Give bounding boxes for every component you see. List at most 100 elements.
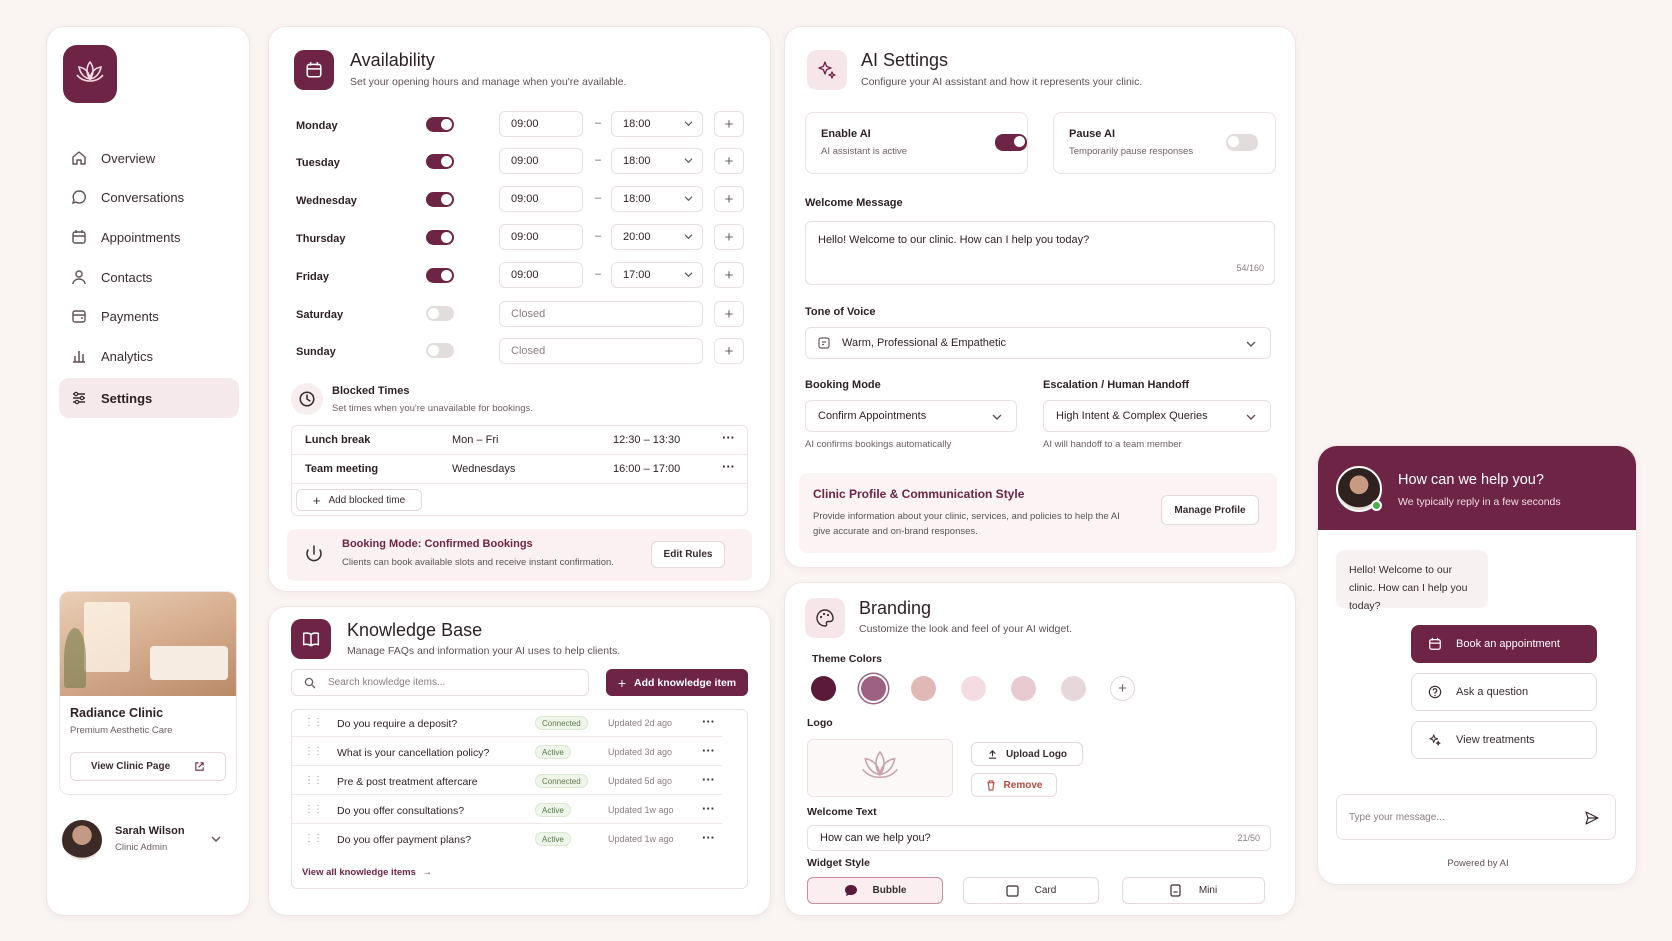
powered-by: Powered by AI	[1447, 858, 1509, 869]
end-time-select[interactable]: 18:00	[611, 148, 703, 174]
knowledge-search-input[interactable]: Search knowledge items...	[291, 669, 589, 696]
day-toggle[interactable]	[426, 154, 454, 169]
ask-question-button[interactable]: Ask a question	[1411, 673, 1597, 711]
add-hours-button[interactable]: +	[714, 301, 744, 327]
view-clinic-button[interactable]: View Clinic Page	[70, 752, 226, 781]
day-toggle[interactable]	[426, 117, 454, 132]
nav-conversations[interactable]: Conversations	[59, 177, 239, 217]
add-hours-button[interactable]: +	[714, 224, 744, 250]
welcome-message-textarea[interactable]: Hello! Welcome to our clinic. How can I …	[805, 221, 1275, 285]
view-all-link[interactable]: View all knowledge items →	[302, 867, 432, 878]
more-icon[interactable]: ···	[722, 430, 735, 445]
home-icon	[72, 151, 86, 165]
more-icon[interactable]: ···	[702, 743, 715, 758]
add-hours-button[interactable]: +	[714, 186, 744, 212]
style-mini-option[interactable]: Mini	[1122, 877, 1265, 904]
color-swatch-selected[interactable]	[861, 676, 886, 701]
list-item[interactable]: ⋮⋮ What is your cancellation policy? Act…	[292, 739, 722, 766]
day-toggle[interactable]	[426, 192, 454, 207]
nav-overview[interactable]: Overview	[59, 138, 239, 178]
start-time-input[interactable]: 09:00	[499, 224, 583, 250]
message-input[interactable]: Type your message...	[1336, 794, 1616, 840]
start-time-input[interactable]: 09:00	[499, 186, 583, 212]
start-time-input[interactable]: 09:00	[499, 262, 583, 288]
add-blocked-time-button[interactable]: + Add blocked time	[296, 489, 422, 511]
style-card-option[interactable]: Card	[963, 877, 1099, 904]
send-icon[interactable]	[1585, 811, 1599, 825]
add-hours-button[interactable]: +	[714, 111, 744, 137]
remove-logo-button[interactable]: Remove	[971, 773, 1057, 797]
drag-handle-icon[interactable]: ⋮⋮	[304, 775, 323, 786]
booking-mode-select[interactable]: Confirm Appointments	[805, 400, 1017, 432]
nav-appointments[interactable]: Appointments	[59, 217, 239, 257]
add-hours-button[interactable]: +	[714, 338, 744, 364]
end-time-select[interactable]: 18:00	[611, 186, 703, 212]
edit-rules-button[interactable]: Edit Rules	[651, 541, 725, 568]
tone-select[interactable]: Warm, Professional & Empathetic	[805, 327, 1271, 359]
enable-ai-toggle[interactable]	[995, 134, 1027, 151]
more-icon[interactable]: ···	[702, 830, 715, 845]
nav-settings[interactable]: Settings	[59, 378, 239, 418]
color-swatch[interactable]	[811, 676, 836, 701]
book-appointment-button[interactable]: Book an appointment	[1411, 625, 1597, 663]
lotus-icon	[76, 60, 104, 82]
start-time-input[interactable]: 09:00	[499, 148, 583, 174]
wallet-icon	[72, 310, 86, 323]
style-label: Mini	[1198, 885, 1218, 896]
add-hours-button[interactable]: +	[714, 148, 744, 174]
day-toggle[interactable]	[426, 343, 454, 358]
ai-title: AI Settings	[861, 50, 949, 70]
pause-ai-toggle[interactable]	[1226, 134, 1258, 151]
drag-handle-icon[interactable]: ⋮⋮	[304, 804, 323, 815]
upload-logo-button[interactable]: Upload Logo	[971, 742, 1083, 766]
welcome-text-input[interactable]: How can we help you? 21/50	[807, 825, 1271, 851]
theme-colors-label: Theme Colors	[812, 653, 883, 665]
day-label: Thursday	[296, 233, 346, 245]
drag-handle-icon[interactable]: ⋮⋮	[304, 833, 323, 844]
search-placeholder: Search knowledge items...	[328, 677, 446, 688]
day-toggle[interactable]	[426, 268, 454, 283]
chevron-down-icon	[684, 121, 693, 127]
day-toggle[interactable]	[426, 306, 454, 321]
blocked-time: 16:00 – 17:00	[613, 463, 681, 475]
day-toggle[interactable]	[426, 230, 454, 245]
view-treatments-button[interactable]: View treatments	[1411, 721, 1597, 759]
clinic-profile-title: Clinic Profile & Communication Style	[813, 487, 1025, 501]
manage-profile-button[interactable]: Manage Profile	[1161, 495, 1259, 525]
card-icon	[1006, 884, 1019, 897]
end-time-select[interactable]: 18:00	[611, 111, 703, 137]
start-time-input[interactable]: 09:00	[499, 111, 583, 137]
more-icon[interactable]: ···	[702, 772, 715, 787]
end-time-select[interactable]: 17:00	[611, 262, 703, 288]
user-profile[interactable]: Sarah Wilson Clinic Admin	[59, 817, 237, 867]
add-knowledge-button[interactable]: + Add knowledge item	[606, 669, 748, 696]
list-item[interactable]: ⋮⋮ Do you offer payment plans? Active Up…	[292, 826, 722, 853]
nav-contacts[interactable]: Contacts	[59, 257, 239, 297]
app-logo[interactable]	[63, 45, 117, 103]
color-swatch[interactable]	[911, 676, 936, 701]
list-item[interactable]: ⋮⋮ Pre & post treatment aftercare Connec…	[292, 768, 722, 795]
more-icon[interactable]: ···	[702, 714, 715, 729]
more-icon[interactable]: ···	[702, 801, 715, 816]
drag-handle-icon[interactable]: ⋮⋮	[304, 746, 323, 757]
status-badge: Connected	[535, 716, 588, 730]
color-swatch[interactable]	[1011, 676, 1036, 701]
escalation-hint: AI will handoff to a team member	[1043, 439, 1182, 450]
escalation-select[interactable]: High Intent & Complex Queries	[1043, 400, 1271, 432]
drag-handle-icon[interactable]: ⋮⋮	[304, 717, 323, 728]
color-swatch[interactable]	[961, 676, 986, 701]
color-swatch[interactable]	[1061, 676, 1086, 701]
add-color-button[interactable]: +	[1110, 676, 1135, 701]
nav-payments[interactable]: Payments	[59, 296, 239, 336]
style-bubble-option[interactable]: Bubble	[807, 877, 943, 904]
list-item[interactable]: ⋮⋮ Do you offer consultations? Active Up…	[292, 797, 722, 824]
add-hours-button[interactable]: +	[714, 262, 744, 288]
plus-icon: +	[312, 492, 321, 508]
end-time-select[interactable]: 20:00	[611, 224, 703, 250]
closed-field: Closed	[499, 338, 703, 364]
time-separator: –	[595, 192, 602, 204]
list-item[interactable]: ⋮⋮ Do you require a deposit? Connected U…	[292, 710, 722, 737]
chevron-down-icon[interactable]	[211, 835, 221, 843]
more-icon[interactable]: ···	[722, 459, 735, 474]
nav-analytics[interactable]: Analytics	[59, 336, 239, 376]
